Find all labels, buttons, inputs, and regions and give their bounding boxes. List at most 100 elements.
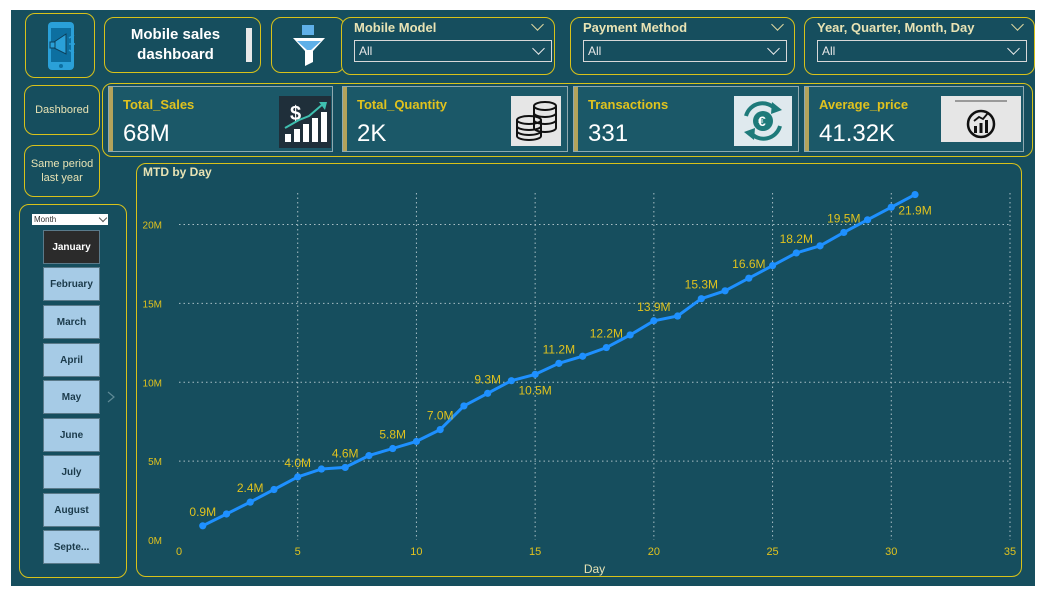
kpi-value: 331 [588, 120, 629, 147]
month-button-march[interactable]: March [43, 305, 100, 339]
data-point [317, 465, 326, 473]
mtd-line-chart: 0M 5M 10M 15M 20M 0 5 10 15 20 25 30 35 Day 0.9M 2.4M 4.… [143, 190, 1016, 576]
payment-method-slicer[interactable]: Payment Method All [570, 17, 795, 75]
y-tick-label: 15M [143, 299, 162, 310]
kpi-title: Total_Sales [123, 97, 195, 112]
x-tick-label: 30 [885, 546, 897, 558]
kpi-title: Average_price [819, 97, 909, 112]
month-button-june[interactable]: June [43, 418, 100, 452]
data-point [199, 522, 207, 530]
coins-stack-icon [511, 96, 561, 146]
kpi-title: Total_Quantity [357, 97, 448, 112]
kpi-accent [574, 87, 578, 151]
data-point [792, 249, 800, 257]
kpi-card-total-quantity: Total_Quantity 2K [342, 86, 568, 152]
kpi-card-total-sales: Total_Sales 68M $ [108, 86, 333, 152]
title-tile: Mobile sales dashboard [104, 17, 261, 73]
dashboard-title: Mobile sales dashboard [130, 26, 221, 63]
x-tick-label: 10 [410, 546, 422, 558]
nav-dashboard-button[interactable]: Dashbored [24, 85, 100, 135]
data-point [863, 216, 872, 224]
data-point [768, 261, 777, 270]
month-button-july[interactable]: July [43, 455, 100, 489]
chevron-down-icon[interactable] [1011, 18, 1024, 31]
x-tick-label: 35 [1004, 546, 1016, 558]
month-label: Septe... [53, 541, 90, 553]
month-button-september[interactable]: Septe... [43, 530, 100, 564]
y-tick-label: 0M [148, 536, 162, 547]
data-point [602, 343, 610, 352]
month-label: January [52, 241, 91, 253]
date-hierarchy-slicer[interactable]: Year, Quarter, Month, Day All [804, 17, 1035, 75]
data-point [270, 485, 278, 494]
kpi-value: 68M [123, 120, 170, 147]
chevron-down-icon[interactable] [531, 18, 544, 31]
payment-method-dropdown[interactable]: All [583, 40, 787, 62]
data-label: 13.9M [637, 300, 670, 314]
month-label: August [54, 504, 89, 516]
dropdown-value: All [822, 44, 836, 58]
month-label: March [56, 316, 87, 328]
x-tick-label: 15 [529, 546, 541, 558]
x-tick-label: 25 [766, 546, 778, 558]
data-label: 18.2M [780, 232, 813, 246]
data-label: 5.8M [379, 428, 406, 442]
data-label: 4.0M [284, 456, 311, 470]
slicer-label: Mobile Model [354, 20, 437, 35]
kpi-card-average-price: Average_price 41.32K [804, 86, 1024, 152]
dropdown-value: All [588, 44, 602, 58]
kpi-accent [805, 87, 809, 151]
data-point [531, 370, 539, 378]
report-canvas: Mobile sales dashboard Mobile Model All … [11, 10, 1035, 586]
data-point [674, 312, 682, 320]
kpi-title: Transactions [588, 97, 669, 112]
chevron-down-icon [98, 213, 108, 223]
month-button-february[interactable]: February [43, 267, 100, 301]
title-scroll-bar [246, 28, 252, 62]
slicer-label: Payment Method [583, 20, 688, 35]
month-slicer-header[interactable]: Month [32, 213, 108, 225]
date-dropdown[interactable]: All [817, 40, 1027, 62]
month-label: June [59, 429, 84, 441]
x-tick-label: 5 [295, 546, 301, 558]
chevron-down-icon[interactable] [771, 18, 784, 31]
data-point [745, 274, 753, 282]
data-point [436, 425, 444, 434]
month-button-january[interactable]: January [43, 230, 100, 264]
coin-chart-icon [941, 96, 1021, 142]
nav-same-period-label: Same period last year [30, 158, 94, 184]
dropdown-arrow-icon [767, 42, 780, 55]
data-point [484, 389, 492, 397]
logo-tile [25, 13, 95, 78]
mobile-model-slicer[interactable]: Mobile Model All [341, 17, 555, 75]
filter-button[interactable] [271, 17, 345, 73]
month-button-april[interactable]: April [43, 343, 100, 377]
month-button-august[interactable]: August [43, 493, 100, 527]
data-point [222, 510, 231, 518]
x-tick-label: 20 [648, 546, 660, 558]
data-point [389, 444, 397, 453]
data-point [460, 402, 468, 410]
data-point [840, 228, 848, 237]
mobile-model-dropdown[interactable]: All [354, 40, 552, 62]
data-label: 21.9M [898, 204, 931, 218]
data-point [365, 452, 373, 460]
data-point [579, 352, 587, 360]
chevron-right-icon[interactable] [106, 390, 116, 404]
filter-funnel-icon [293, 25, 325, 66]
nav-dashboard-label: Dashbored [35, 104, 89, 116]
month-button-may[interactable]: May [43, 380, 100, 414]
data-label: 15.3M [685, 278, 718, 292]
month-label: February [50, 278, 93, 290]
data-point [507, 377, 515, 385]
data-point [650, 317, 658, 325]
data-point [341, 463, 349, 472]
data-point [887, 203, 895, 211]
data-label: 7.0M [427, 409, 454, 423]
data-label: 0.9M [189, 505, 216, 519]
month-slicer-header-label: Month [34, 215, 57, 224]
dollar-growth-icon: $ [279, 96, 331, 148]
nav-same-period-button[interactable]: Same period last year [24, 145, 100, 197]
dropdown-arrow-icon [532, 42, 545, 55]
dropdown-value: All [359, 44, 373, 58]
